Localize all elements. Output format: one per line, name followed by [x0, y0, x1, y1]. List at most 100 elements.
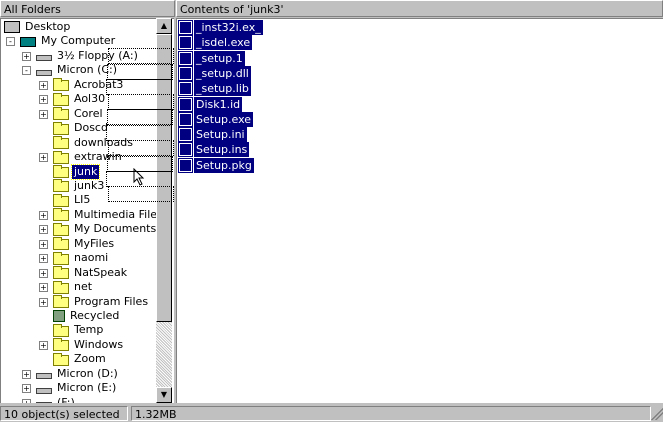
folder-icon	[53, 107, 69, 121]
folder-icon	[53, 222, 69, 236]
folder-icon	[53, 78, 69, 92]
expand-icon[interactable]: +	[22, 51, 31, 61]
tree-item-multimedia-files[interactable]: + Multimedia Files	[39, 207, 165, 222]
tree-item-junk3[interactable]: junk3	[53, 179, 106, 193]
hard-drive-icon	[36, 69, 52, 76]
hard-drive-icon	[36, 402, 52, 403]
expand-icon[interactable]: +	[39, 340, 48, 350]
drag-ghost-outline	[108, 140, 174, 156]
expand-icon[interactable]: +	[39, 80, 48, 90]
tree-item-label: Corel	[74, 106, 103, 120]
file-item[interactable]: _setup.1	[178, 50, 245, 66]
file-icon	[178, 35, 193, 51]
drag-ghost-outline	[108, 186, 174, 202]
file-item[interactable]: Setup.pkg	[178, 157, 254, 173]
expand-icon[interactable]: +	[39, 153, 48, 163]
scroll-track[interactable]	[156, 322, 172, 387]
folder-icon	[53, 165, 69, 178]
folder-icon	[53, 352, 69, 366]
tree-item-label: My Documents	[74, 222, 157, 236]
tree-item-doscd[interactable]: Doscd	[53, 121, 110, 135]
scroll-down-button[interactable]: ▼	[156, 387, 172, 403]
tree-item-program-files[interactable]: + Program Files	[39, 295, 150, 309]
tree-item-myfiles[interactable]: + MyFiles	[39, 237, 116, 251]
collapse-icon[interactable]: -	[6, 37, 15, 47]
file-icon	[178, 111, 193, 127]
folder-icon	[53, 280, 69, 294]
expand-icon[interactable]: +	[22, 369, 31, 379]
tree-item-my-documents[interactable]: + My Documents	[39, 222, 158, 236]
all-folders-header: All Folders	[0, 0, 175, 17]
floppy-drive-icon	[36, 55, 52, 62]
expand-icon[interactable]: +	[39, 283, 48, 293]
tree-item-aol30[interactable]: + Aol30	[39, 92, 107, 106]
tree-item-micron-e[interactable]: + Micron (E:)	[22, 381, 118, 395]
file-item[interactable]: _inst32i.ex_	[178, 20, 263, 35]
tree-item-li5[interactable]: LI5	[53, 193, 92, 207]
tree-item-my-computer[interactable]: - My Computer	[6, 34, 117, 48]
expand-icon[interactable]: +	[39, 95, 48, 105]
file-icon	[178, 81, 193, 97]
folder-icon	[53, 323, 69, 337]
tree-item-recycled[interactable]: Recycled	[53, 309, 121, 323]
tree-item-label: Micron (E:)	[57, 381, 117, 395]
file-item[interactable]: Setup.ins	[178, 142, 250, 158]
tree-item-desktop[interactable]: Desktop	[4, 20, 72, 34]
tree-item-f[interactable]: + (F:)	[22, 395, 77, 403]
expand-icon[interactable]: +	[39, 268, 48, 278]
file-name: Disk1.id	[194, 96, 243, 112]
expand-icon[interactable]: +	[22, 398, 31, 403]
tree-item-micron-d[interactable]: + Micron (D:)	[22, 367, 120, 381]
tree-item-label: naomi	[74, 251, 109, 265]
tree-item-corel[interactable]: + Corel	[39, 106, 105, 121]
file-name: _setup.1	[194, 50, 245, 66]
expand-icon[interactable]: +	[39, 225, 48, 235]
drag-ghost-outline	[108, 48, 174, 64]
drag-ghost-outline	[107, 109, 173, 125]
hard-drive-icon	[36, 387, 52, 394]
file-item[interactable]: _isdel.exe	[178, 35, 253, 51]
file-item[interactable]: _setup.dll	[178, 65, 251, 81]
tree-item-label: Aol30	[74, 92, 106, 106]
drag-ghost-outline	[107, 156, 173, 172]
collapse-icon[interactable]: -	[22, 66, 31, 76]
contents-header: Contents of 'junk3'	[176, 0, 663, 17]
expand-icon[interactable]: +	[39, 254, 48, 264]
tree-item-junk[interactable]: junk	[53, 163, 101, 180]
expand-icon[interactable]: +	[22, 384, 31, 394]
folder-icon	[53, 266, 69, 280]
folder-icon	[53, 150, 69, 164]
tree-item-net[interactable]: + net	[39, 280, 94, 294]
tree-item-label: junk	[70, 163, 101, 180]
file-icon	[178, 142, 193, 158]
tree-item-zoom[interactable]: Zoom	[53, 352, 108, 366]
tree-item-naomi[interactable]: + naomi	[39, 251, 110, 265]
file-item[interactable]: _setup.lib	[178, 81, 251, 97]
tree-item-natspeak[interactable]: + NatSpeak	[39, 265, 129, 280]
tree-item-label: (F:)	[57, 395, 75, 403]
tree-item-label: NatSpeak	[74, 265, 128, 279]
file-item[interactable]: Setup.exe	[178, 111, 254, 127]
file-item[interactable]: Setup.ini	[178, 127, 247, 143]
status-selected-count: 10 object(s) selected	[0, 406, 128, 421]
open-folder-icon	[53, 179, 69, 193]
file-icon	[178, 65, 193, 81]
hard-drive-icon	[36, 373, 52, 380]
file-name: Setup.pkg	[194, 157, 254, 173]
file-list[interactable]: _inst32i.ex_ _isdel.exe _setup.1 _setup.dll…	[176, 18, 663, 403]
tree-item-label: Multimedia Files	[74, 207, 163, 221]
drag-ghost-outline	[107, 64, 173, 80]
expand-icon[interactable]: +	[39, 239, 48, 249]
status-bar: 10 object(s) selected 1.32MB	[0, 404, 663, 422]
expand-icon[interactable]: +	[39, 210, 48, 220]
folder-icon	[53, 338, 69, 352]
tree-item-windows[interactable]: + Windows	[39, 338, 125, 352]
status-total-size: 1.32MB	[131, 406, 651, 421]
tree-item-temp[interactable]: Temp	[53, 323, 105, 337]
expand-icon[interactable]: +	[39, 297, 48, 307]
expand-icon[interactable]: +	[39, 109, 48, 119]
size-grip[interactable]	[651, 408, 663, 420]
file-item[interactable]: Disk1.id	[178, 96, 243, 112]
scroll-up-button[interactable]: ▲	[156, 18, 172, 34]
folder-icon	[53, 92, 69, 106]
